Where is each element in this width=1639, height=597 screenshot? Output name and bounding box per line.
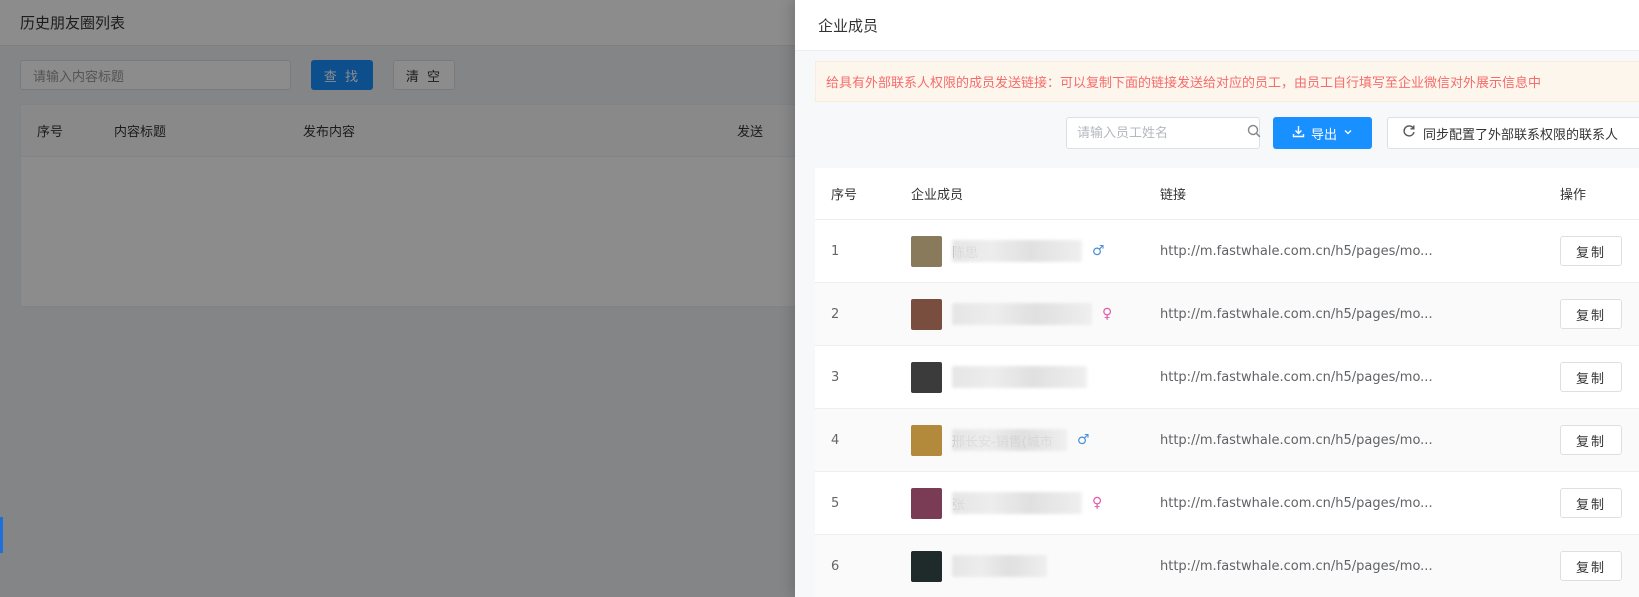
female-icon: ♀ [1092,495,1103,511]
table-row: 6 http://m.fastwhale.com.cn/h5/pages/mo..… [815,535,1639,597]
refresh-icon [1402,124,1416,142]
name-mosaic [952,429,1067,451]
row-index: 2 [831,306,840,322]
chevron-down-icon [1343,126,1353,141]
info-alert: 给具有外部联系人权限的成员发送链接：可以复制下面的链接发送给对应的员工，由员工自… [815,61,1639,102]
female-icon: ♀ [1102,306,1113,322]
member-link: http://m.fastwhale.com.cn/h5/pages/mo... [1160,369,1433,385]
employee-search-input[interactable] [1077,125,1247,141]
drawer-body: 给具有外部联系人权限的成员发送链接：可以复制下面的链接发送给对应的员工，由员工自… [795,51,1639,597]
col-index: 序号 [831,188,858,203]
avatar [911,235,942,267]
table-row: 5 张♀ http://m.fastwhale.com.cn/h5/pages/mo… [815,472,1639,535]
table-row: 1 陈思♂ http://m.fastwhale.com.cn/h5/pages/m… [815,220,1639,283]
col-member: 企业成员 [911,188,964,203]
name-mosaic [952,303,1092,325]
avatar [911,424,942,456]
avatar [911,361,942,393]
avatar [911,298,942,330]
member-cell: 邢长安-销售(城市♂ [911,409,1090,471]
name-mosaic [952,555,1047,577]
row-index: 5 [831,495,840,511]
export-button[interactable]: 导出 [1273,117,1372,149]
op-cell: 复制 [1560,220,1622,282]
sync-contacts-button[interactable]: 同步配置了外部联系权限的联系人 [1387,117,1639,149]
member-cell: ♀ [911,283,1112,345]
table-row: 3 http://m.fastwhale.com.cn/h5/pages/mo..… [815,346,1639,409]
avatar [911,550,942,582]
members-table-header: 序号 企业成员 链接 操作 [815,168,1639,220]
op-cell: 复制 [1560,472,1622,534]
table-row: 4 邢长安-销售(城市♂ http://m.fastwhale.com.cn/h5/… [815,409,1639,472]
member-name-wrap: 邢长安-销售(城市♂ [952,429,1090,451]
copy-button[interactable]: 复制 [1560,425,1622,455]
drawer-header: 企业成员 [795,0,1639,51]
row-index: 3 [831,369,840,385]
member-link: http://m.fastwhale.com.cn/h5/pages/mo... [1160,432,1433,448]
members-table: 序号 企业成员 链接 操作 1 陈思♂ http://m.fastwhale.com… [815,168,1639,597]
op-cell: 复制 [1560,346,1622,408]
copy-button[interactable]: 复制 [1560,551,1622,581]
member-name-wrap [952,366,1087,388]
member-link: http://m.fastwhale.com.cn/h5/pages/mo... [1160,306,1433,322]
copy-button[interactable]: 复制 [1560,299,1622,329]
drawer-title: 企业成员 [818,16,879,35]
col-op: 操作 [1560,188,1587,203]
member-link: http://m.fastwhale.com.cn/h5/pages/mo... [1160,495,1433,511]
members-drawer: 企业成员 给具有外部联系人权限的成员发送链接：可以复制下面的链接发送给对应的员工… [795,0,1639,597]
member-link: http://m.fastwhale.com.cn/h5/pages/mo... [1160,243,1433,259]
export-label: 导出 [1310,127,1337,143]
member-cell [911,535,1047,597]
male-icon: ♂ [1092,243,1105,259]
search-icon[interactable] [1247,124,1261,142]
row-index: 4 [831,432,840,448]
copy-button[interactable]: 复制 [1560,488,1622,518]
download-icon [1292,125,1305,142]
op-cell: 复制 [1560,283,1622,345]
table-row: 2 ♀ http://m.fastwhale.com.cn/h5/pages/mo.… [815,283,1639,346]
employee-search-box[interactable] [1066,117,1261,149]
member-name-wrap [952,555,1047,577]
male-icon: ♂ [1077,432,1090,448]
copy-button[interactable]: 复制 [1560,236,1622,266]
avatar [911,487,942,519]
member-cell: 张♀ [911,472,1102,534]
name-mosaic [952,366,1087,388]
col-link: 链接 [1160,188,1187,203]
row-index: 6 [831,558,840,574]
name-mosaic [952,492,1082,514]
row-index: 1 [831,243,840,259]
op-cell: 复制 [1560,409,1622,471]
member-link: http://m.fastwhale.com.cn/h5/pages/mo... [1160,558,1433,574]
member-name-wrap: 张♀ [952,492,1102,514]
member-cell: 陈思♂ [911,220,1105,282]
name-mosaic [952,240,1082,262]
op-cell: 复制 [1560,535,1622,597]
sync-label: 同步配置了外部联系权限的联系人 [1423,127,1619,143]
copy-button[interactable]: 复制 [1560,362,1622,392]
member-cell [911,346,1087,408]
alert-text: 给具有外部联系人权限的成员发送链接：可以复制下面的链接发送给对应的员工，由员工自… [826,76,1542,91]
members-table-body: 1 陈思♂ http://m.fastwhale.com.cn/h5/pages/m… [815,220,1639,597]
member-name-wrap: ♀ [952,303,1112,325]
sidebar-edge [0,517,3,553]
member-name-wrap: 陈思♂ [952,240,1105,262]
